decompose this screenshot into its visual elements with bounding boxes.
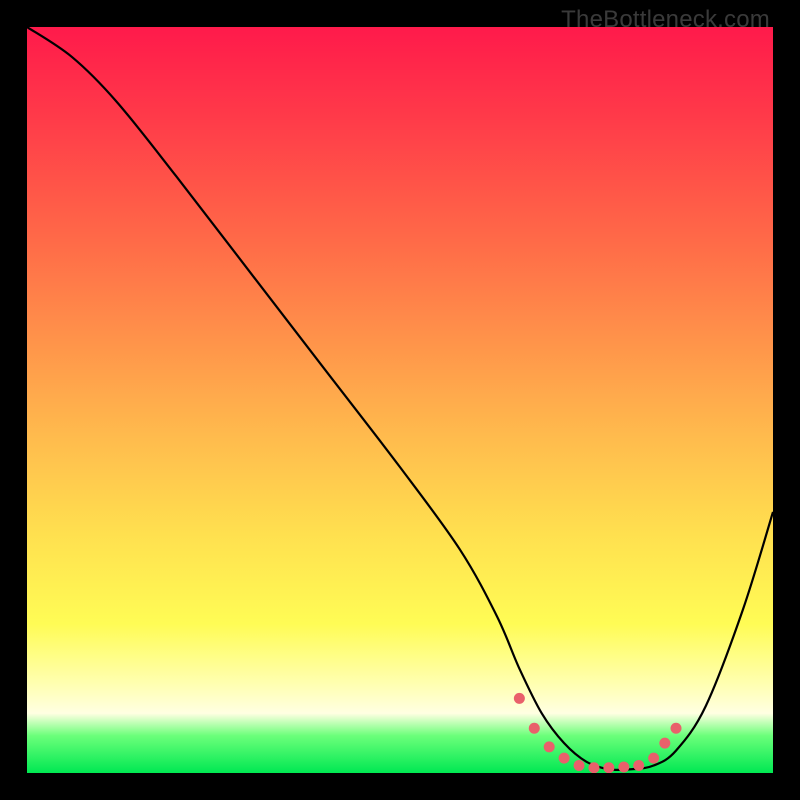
trough-dot xyxy=(603,762,614,773)
trough-dot xyxy=(648,753,659,764)
plot-area xyxy=(27,27,773,773)
curve-line xyxy=(27,27,773,770)
trough-dot xyxy=(514,693,525,704)
trough-dot xyxy=(588,762,599,773)
trough-dot xyxy=(559,753,570,764)
trough-dot xyxy=(529,723,540,734)
trough-markers xyxy=(514,693,682,773)
trough-dot xyxy=(633,760,644,771)
trough-dot xyxy=(544,741,555,752)
trough-dot xyxy=(671,723,682,734)
trough-dot xyxy=(659,738,670,749)
watermark-text: TheBottleneck.com xyxy=(561,6,770,34)
trough-dot xyxy=(574,760,585,771)
chart-svg xyxy=(27,27,773,773)
trough-dot xyxy=(618,762,629,773)
